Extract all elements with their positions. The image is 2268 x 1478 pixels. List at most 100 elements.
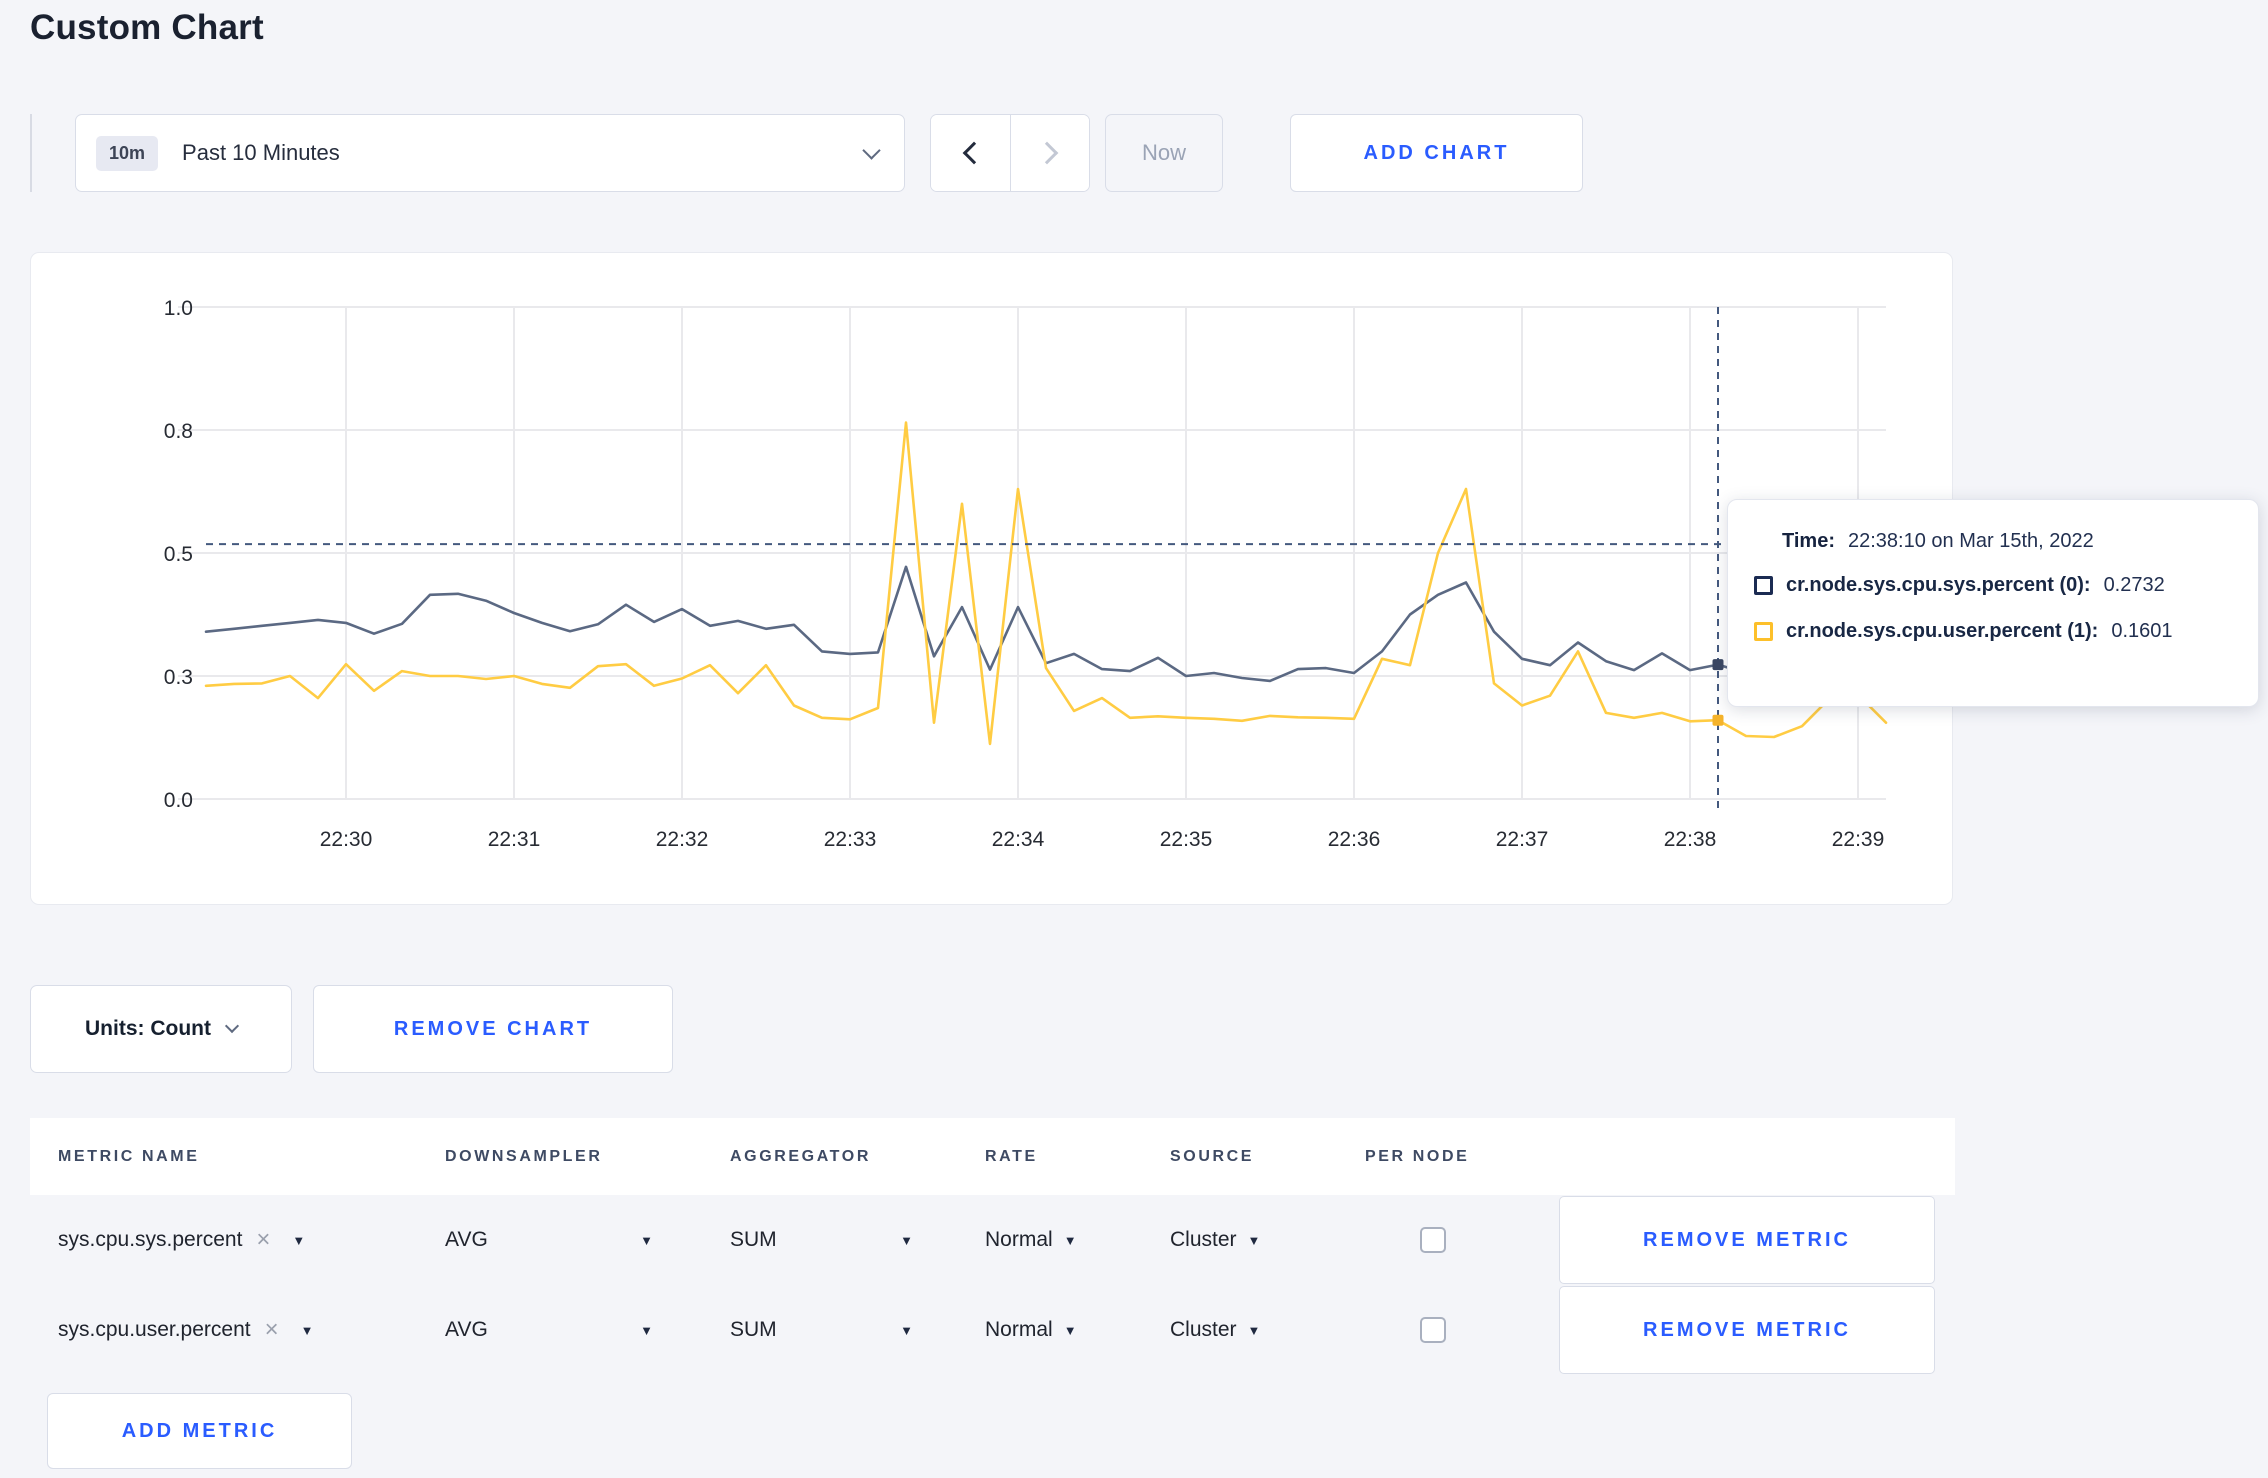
metric-name-value[interactable]: sys.cpu.user.percent	[58, 1318, 251, 1342]
source-dropdown[interactable]: Cluster ▼	[1170, 1228, 1260, 1252]
metric-row: sys.cpu.user.percent × ▼ AVG ▼ SUM ▼ Nor…	[30, 1285, 1955, 1375]
rate-dropdown[interactable]: Normal ▼	[985, 1318, 1077, 1342]
sys-series-swatch-icon	[1754, 575, 1773, 595]
col-header-rate: RATE	[985, 1147, 1038, 1165]
source-dropdown[interactable]: Cluster ▼	[1170, 1318, 1260, 1342]
caret-down-icon: ▼	[900, 1322, 913, 1338]
col-header-metric-name: METRIC NAME	[58, 1147, 200, 1165]
add-chart-button[interactable]: ADD CHART	[1290, 114, 1583, 192]
source-value: Cluster	[1170, 1318, 1237, 1341]
svg-text:22:32: 22:32	[656, 828, 709, 851]
tooltip-series-value: 0.1601	[2111, 619, 2173, 642]
chevron-down-icon	[862, 140, 881, 160]
toolbar: 10m Past 10 Minutes Now ADD CHART	[30, 114, 1583, 192]
remove-metric-button[interactable]: REMOVE METRIC	[1559, 1286, 1935, 1374]
col-header-per-node: PER NODE	[1365, 1147, 1470, 1165]
time-nav-group	[930, 114, 1090, 192]
tooltip-series-name: cr.node.sys.cpu.user.percent (1):	[1786, 619, 2099, 642]
now-button[interactable]: Now	[1105, 114, 1223, 192]
tooltip-series-row: cr.node.sys.cpu.user.percent (1): 0.1601	[1754, 615, 2234, 647]
time-range-label: Past 10 Minutes	[182, 140, 340, 165]
per-node-cell	[1365, 1227, 1529, 1253]
chart-tooltip: Time: 22:38:10 on Mar 15th, 2022 cr.node.…	[1727, 499, 2259, 707]
metric-name-cell: sys.cpu.user.percent × ▼	[58, 1318, 445, 1342]
caret-down-icon: ▼	[1063, 1232, 1077, 1248]
caret-down-icon: ▼	[640, 1232, 653, 1248]
clear-metric-icon[interactable]: ×	[265, 1318, 279, 1342]
source-value: Cluster	[1170, 1228, 1237, 1251]
svg-text:22:35: 22:35	[1160, 828, 1213, 851]
tooltip-series-value: 0.2732	[2103, 573, 2165, 596]
time-forward-button[interactable]	[1010, 115, 1089, 191]
svg-text:1.0: 1.0	[164, 297, 193, 320]
col-header-source: SOURCE	[1170, 1147, 1255, 1165]
downsampler-cell: AVG ▼	[445, 1228, 730, 1252]
aggregator-dropdown[interactable]: SUM ▼	[730, 1228, 913, 1252]
page-title: Custom Chart	[30, 8, 264, 47]
rate-value: Normal	[985, 1318, 1053, 1341]
per-node-cell	[1365, 1317, 1529, 1343]
aggregator-dropdown[interactable]: SUM ▼	[730, 1318, 913, 1342]
downsampler-value: AVG	[445, 1228, 488, 1251]
rate-value: Normal	[985, 1228, 1053, 1251]
chevron-left-icon	[962, 141, 985, 165]
caret-down-icon: ▼	[900, 1232, 913, 1248]
time-range-selector[interactable]: 10m Past 10 Minutes	[75, 114, 905, 192]
svg-text:22:33: 22:33	[824, 828, 877, 851]
metric-name-value[interactable]: sys.cpu.sys.percent	[58, 1228, 242, 1252]
downsampler-dropdown[interactable]: AVG ▼	[445, 1228, 653, 1252]
caret-down-icon[interactable]: ▼	[292, 1233, 305, 1248]
aggregator-cell: SUM ▼	[730, 1228, 985, 1252]
svg-text:0.8: 0.8	[164, 420, 193, 443]
time-back-button[interactable]	[931, 115, 1010, 191]
remove-chart-button[interactable]: REMOVE CHART	[313, 985, 673, 1073]
tooltip-time-row: Time: 22:38:10 on Mar 15th, 2022	[1754, 530, 2234, 553]
rate-dropdown[interactable]: Normal ▼	[985, 1228, 1077, 1252]
units-dropdown[interactable]: Units: Count	[30, 985, 292, 1073]
time-range-badge: 10m	[96, 135, 159, 171]
svg-text:22:37: 22:37	[1496, 828, 1549, 851]
metric-row: sys.cpu.sys.percent × ▼ AVG ▼ SUM ▼ Norm…	[30, 1195, 1955, 1285]
tooltip-time-value: 22:38:10 on Mar 15th, 2022	[1847, 530, 2094, 552]
tooltip-series-name: cr.node.sys.cpu.sys.percent (0):	[1786, 573, 2091, 596]
svg-text:0.3: 0.3	[164, 666, 193, 689]
tooltip-time-label: Time:	[1782, 530, 1835, 552]
chevron-right-icon	[1035, 141, 1059, 165]
user-series-swatch-icon	[1754, 621, 1773, 641]
clear-metric-icon[interactable]: ×	[256, 1228, 270, 1252]
downsampler-dropdown[interactable]: AVG ▼	[445, 1318, 653, 1342]
rate-cell: Normal ▼	[985, 1228, 1170, 1252]
caret-down-icon: ▼	[640, 1322, 653, 1338]
aggregator-value: SUM	[730, 1318, 777, 1341]
chevron-down-icon	[224, 1018, 240, 1034]
cpu-metrics-chart[interactable]: 0.0 0.3 0.5 0.8 1.0 22:30 22:31 22:32 22:33 22:34…	[31, 253, 1954, 906]
toolbar-divider	[30, 114, 32, 192]
svg-text:22:30: 22:30	[320, 828, 373, 851]
svg-text:22:36: 22:36	[1328, 828, 1381, 851]
add-metric-button[interactable]: ADD METRIC	[47, 1393, 352, 1469]
per-node-checkbox[interactable]	[1420, 1317, 1446, 1343]
downsampler-cell: AVG ▼	[445, 1318, 730, 1342]
aggregator-cell: SUM ▼	[730, 1318, 985, 1342]
svg-text:22:39: 22:39	[1832, 828, 1885, 851]
caret-down-icon: ▼	[1247, 1232, 1261, 1248]
aggregator-value: SUM	[730, 1228, 777, 1251]
rate-cell: Normal ▼	[985, 1318, 1170, 1342]
source-cell: Cluster ▼	[1170, 1318, 1365, 1342]
caret-down-icon[interactable]: ▼	[301, 1323, 314, 1338]
svg-text:22:34: 22:34	[992, 828, 1045, 851]
col-header-downsampler: DOWNSAMPLER	[445, 1147, 603, 1165]
tooltip-series-row: cr.node.sys.cpu.sys.percent (0): 0.2732	[1754, 569, 2234, 601]
svg-text:22:31: 22:31	[488, 828, 541, 851]
svg-text:22:38: 22:38	[1664, 828, 1717, 851]
col-header-aggregator: AGGREGATOR	[730, 1147, 871, 1165]
per-node-checkbox[interactable]	[1420, 1227, 1446, 1253]
actions-cell: REMOVE METRIC	[1529, 1286, 1955, 1374]
downsampler-value: AVG	[445, 1318, 488, 1341]
caret-down-icon: ▼	[1247, 1322, 1261, 1338]
remove-metric-button[interactable]: REMOVE METRIC	[1559, 1196, 1935, 1284]
metric-name-cell: sys.cpu.sys.percent × ▼	[58, 1228, 445, 1252]
svg-text:0.5: 0.5	[164, 543, 193, 566]
chart-footer-controls: Units: Count REMOVE CHART	[30, 985, 673, 1073]
chart-panel: 0.0 0.3 0.5 0.8 1.0 22:30 22:31 22:32 22:33 22:34…	[30, 252, 2259, 906]
